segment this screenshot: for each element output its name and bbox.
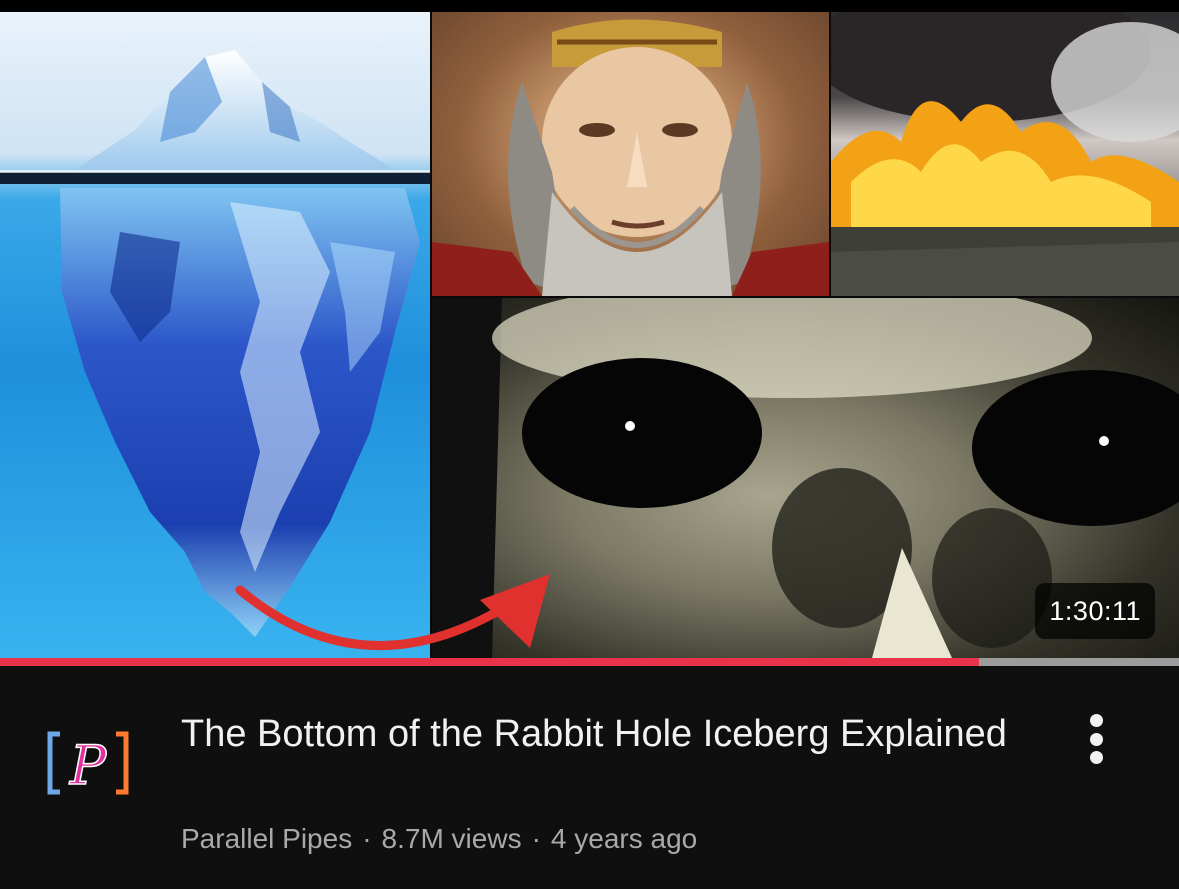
watch-progress-bar (0, 658, 1179, 666)
meta-separator: · (531, 823, 541, 854)
upload-age: 4 years ago (550, 823, 698, 854)
channel-name[interactable]: Parallel Pipes (181, 823, 352, 854)
three-dots-vertical-icon (1089, 751, 1103, 764)
duration-badge: 1:30:11 (1035, 583, 1155, 639)
meta-separator: · (362, 823, 372, 854)
channel-avatar[interactable]: P (38, 712, 138, 812)
video-thumbnail[interactable]: 1:30:11 (0, 0, 1179, 658)
logo-letter: P (69, 734, 108, 797)
parallel-pipes-logo-icon: P (47, 731, 129, 798)
three-dots-vertical-icon (1089, 714, 1103, 727)
video-card[interactable]: 1:30:11 P The Bottom of the Rabbit Hole … (0, 0, 1179, 889)
curved-red-arrow-icon (235, 574, 550, 651)
video-title[interactable]: The Bottom of the Rabbit Hole Iceberg Ex… (181, 707, 1011, 761)
view-count: 8.7M views (381, 823, 522, 854)
watch-progress-fill (0, 658, 979, 666)
more-options-button[interactable] (1074, 708, 1118, 770)
three-dots-vertical-icon (1089, 732, 1103, 746)
video-metadata: Parallel Pipes · 8.7M views · 4 years ago (181, 820, 1011, 858)
